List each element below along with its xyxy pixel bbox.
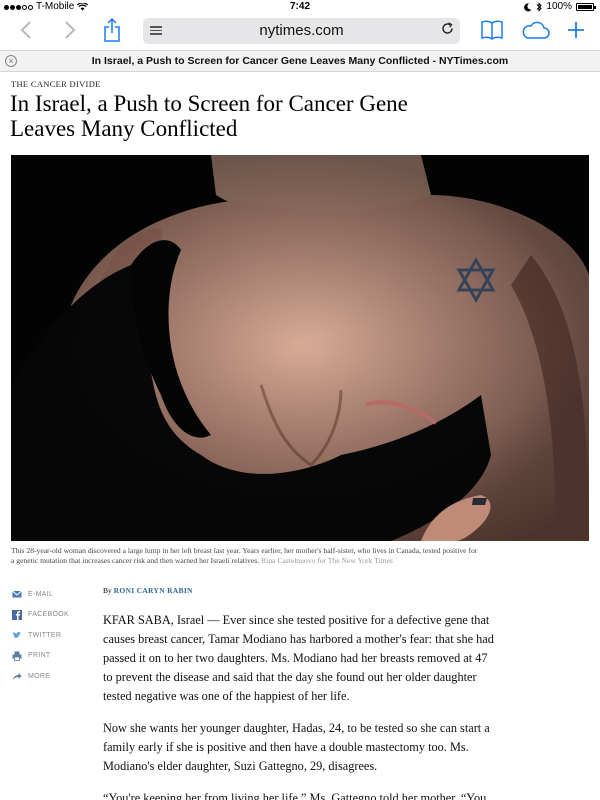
bookmarks-button[interactable] (479, 16, 505, 44)
battery-percent: 100% (546, 1, 572, 12)
status-bar: T-Mobile 7:42 100% (0, 0, 600, 14)
forward-button[interactable] (58, 16, 82, 44)
share-tools: E-MAIL FACEBOOK TWITTER PRINT MORE (12, 584, 92, 687)
byline-prefix: By (103, 586, 112, 595)
share-print[interactable]: PRINT (12, 646, 92, 667)
battery-icon (576, 3, 596, 11)
new-tab-button[interactable] (565, 16, 587, 44)
clock: 7:42 (289, 1, 310, 12)
photo-caption: This 28-year-old woman discovered a larg… (11, 546, 481, 566)
paragraph: KFAR SABA, Israel — Ever since she teste… (103, 613, 494, 703)
envelope-icon (12, 590, 22, 598)
caption-text: This 28-year-old woman discovered a larg… (11, 546, 478, 565)
share-more[interactable]: MORE (12, 666, 92, 687)
photo-credit: Rina Castelnuovo for The New York Times (261, 556, 393, 565)
chevron-right-icon (65, 21, 76, 39)
share-facebook-label: FACEBOOK (28, 611, 69, 619)
printer-icon (12, 651, 22, 661)
reload-icon[interactable] (441, 18, 454, 44)
browser-toolbar: nytimes.com (0, 14, 600, 48)
facebook-icon (12, 609, 22, 620)
share-twitter[interactable]: TWITTER (12, 625, 92, 646)
paragraph: “You're keeping her from living her life… (103, 791, 487, 800)
plus-icon (568, 22, 584, 38)
cloud-icon (522, 21, 550, 39)
share-email-label: E-MAIL (28, 590, 54, 598)
chevron-left-icon (20, 21, 31, 39)
article-photo (11, 155, 589, 541)
photo-illustration (11, 155, 589, 541)
moon-icon (524, 2, 532, 11)
tab-bar: × In Israel, a Push to Screen for Cancer… (0, 50, 600, 72)
bluetooth-icon (537, 2, 543, 12)
share-facebook[interactable]: FACEBOOK (12, 605, 92, 626)
share-icon (104, 18, 120, 42)
paragraph: Now she wants her younger daughter, Hada… (103, 721, 490, 773)
share-twitter-label: TWITTER (28, 631, 62, 639)
article-headline: In Israel, a Push to Screen for Cancer G… (10, 91, 408, 141)
share-more-label: MORE (28, 672, 51, 680)
author-link[interactable]: RONI CARYN RABIN (114, 586, 193, 595)
share-button[interactable] (100, 16, 124, 44)
byline: By RONI CARYN RABIN (103, 586, 193, 595)
url-text[interactable]: nytimes.com (143, 18, 460, 44)
tab-title[interactable]: In Israel, a Push to Screen for Cancer G… (0, 51, 600, 71)
icloud-tabs-button[interactable] (520, 16, 550, 44)
back-button[interactable] (14, 16, 38, 44)
address-bar[interactable]: nytimes.com (143, 18, 460, 44)
share-arrow-icon (13, 673, 22, 681)
article-kicker[interactable]: THE CANCER DIVIDE (11, 79, 101, 89)
twitter-icon (13, 632, 21, 639)
article-body: KFAR SABA, Israel — Ever since she teste… (103, 611, 498, 800)
share-print-label: PRINT (28, 652, 51, 660)
share-email[interactable]: E-MAIL (12, 584, 92, 605)
book-icon (481, 20, 503, 40)
status-right: 100% (524, 0, 596, 14)
